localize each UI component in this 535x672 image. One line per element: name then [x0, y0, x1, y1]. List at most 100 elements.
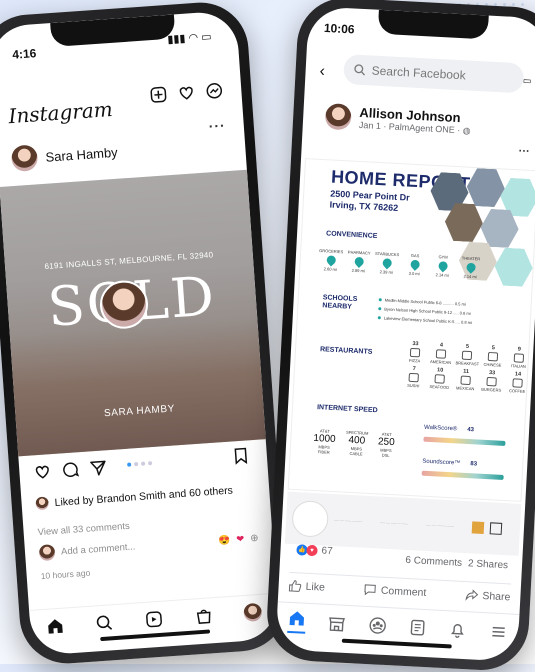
schools-title: SCHOOLS NEARBY: [322, 294, 358, 311]
phone-notch: [377, 9, 489, 40]
post-image[interactable]: 6191 INGALLS ST, MELBOURNE, FL 32940 SOL…: [0, 169, 266, 457]
convenience-item: THEATER 2.14 mi: [461, 255, 481, 280]
love-reaction-icon: ♥: [306, 544, 318, 557]
comment-button[interactable]: Comment: [364, 583, 427, 599]
restaurant-count: 10 SEAFOOD: [429, 367, 450, 390]
restaurant-count: 14 COFFEE: [508, 371, 526, 394]
reels-icon[interactable]: [144, 610, 163, 629]
restaurant-count: 9 ITALIAN: [510, 346, 526, 369]
share-arrow-icon: [465, 589, 479, 601]
agent-photo-placeholder: [291, 499, 330, 538]
shop-icon[interactable]: [194, 606, 213, 625]
comment-icon[interactable]: [61, 460, 80, 479]
plus-square-icon[interactable]: [149, 85, 168, 104]
walkscore-label: WalkScore®: [423, 424, 458, 433]
engagement-counts: 6 Comments 2 Shares: [405, 555, 508, 571]
internet-providers: AT&T 1000 MBPS FIBER SPECTRUM 400 MBPS CABLE A…: [313, 428, 396, 458]
schools-list: Medlin Middle School Public 6-8 ........…: [378, 295, 474, 327]
reaction-count: 67: [321, 545, 333, 558]
news-icon[interactable]: [408, 618, 427, 637]
search-icon[interactable]: [95, 613, 114, 632]
liker-avatar: [35, 496, 50, 511]
convenience-item: PHARMACY 2.89 mi: [347, 249, 371, 274]
liked-by-text[interactable]: Liked by Brandon Smith and 60 others: [54, 484, 233, 508]
instagram-screen: 4:16 ▮▮▮ ◠ ▭ Instagram Sara Hamby ··· 61…: [0, 10, 280, 656]
profile-icon[interactable]: [243, 602, 263, 622]
thumbs-up-icon: [288, 580, 302, 592]
instagram-bottom-nav: [29, 592, 279, 637]
user-avatar: [38, 544, 56, 562]
broker-text: ····· ···· ······ ··· ·······: [425, 522, 455, 529]
post-header: Sara Hamby: [10, 139, 119, 173]
heart-icon[interactable]: [177, 83, 196, 102]
avatar[interactable]: [324, 103, 352, 131]
phone-notch: [50, 14, 176, 48]
search-field[interactable]: Search Facebook: [342, 54, 525, 94]
provider: AT&T 250 MBPS DSL: [377, 431, 395, 458]
broker-logo: [471, 521, 485, 534]
reactions-summary[interactable]: 👍 ♥ 67: [296, 544, 333, 557]
instagram-logo: Instagram: [7, 96, 114, 129]
avatar[interactable]: [10, 144, 39, 173]
status-time: 10:06: [323, 20, 355, 37]
carousel-indicator: [127, 461, 153, 467]
add-emoji-icon[interactable]: ⊕: [250, 532, 259, 544]
agent-contact-text: ····· ···· ······ ··· ·······: [334, 518, 363, 524]
home-icon[interactable]: [45, 617, 64, 636]
bookmark-icon[interactable]: [232, 446, 249, 465]
provider: SPECTRUM 400 MBPS CABLE: [345, 429, 369, 457]
soundscore-gauge: [421, 470, 504, 480]
share-icon[interactable]: [89, 458, 108, 477]
provider: AT&T 1000 MBPS FIBER: [313, 428, 336, 455]
facebook-screen: 10:06 ▮▮ ◠ ▭ ‹ Search Facebook Allison J…: [275, 6, 535, 662]
like-button[interactable]: Like: [288, 579, 325, 594]
soundscore-value: 83: [470, 461, 478, 468]
comment-icon: [364, 584, 377, 596]
facebook-bottom-nav: [276, 601, 520, 645]
post-header: Allison Johnson Jan 1 · PalmAgent ONE · …: [324, 103, 472, 137]
marketplace-icon[interactable]: [328, 614, 347, 633]
restaurants-title: RESTAURANTS: [319, 346, 373, 356]
internet-speed-title: INTERNET SPEED: [316, 404, 378, 415]
convenience-item: GAS 3.0 mi: [408, 252, 421, 277]
home-report-image[interactable]: HOME REPORT 2500 Pear Point Dr Irving, T…: [287, 158, 535, 502]
groups-icon[interactable]: [368, 616, 387, 635]
convenience-title: CONVENIENCE: [325, 230, 378, 240]
globe-icon: ◍: [462, 125, 471, 136]
red-heart-icon[interactable]: ❤: [236, 533, 245, 545]
messenger-icon[interactable]: [205, 81, 224, 100]
more-options-icon[interactable]: ···: [208, 117, 226, 134]
house-photo-hexagons: [421, 166, 535, 302]
convenience-item: STARBUCKS 2.39 mi: [374, 250, 400, 275]
restaurant-count: 33 PIZZA: [408, 340, 421, 364]
search-placeholder: Search Facebook: [371, 63, 467, 83]
like-heart-icon[interactable]: [33, 462, 52, 481]
comments-count[interactable]: 6 Comments: [405, 555, 462, 569]
soundscore-label: Soundscore™: [422, 458, 461, 467]
facebook-phone: 10:06 ▮▮ ◠ ▭ ‹ Search Facebook Allison J…: [264, 0, 535, 672]
share-button[interactable]: Share: [465, 588, 511, 603]
convenience-item: GYM 2.14 mi: [435, 254, 449, 278]
more-options-icon[interactable]: ···: [518, 145, 530, 158]
menu-icon[interactable]: [489, 622, 508, 641]
home-icon[interactable]: [287, 608, 307, 634]
liked-by-row: Liked by Brandon Smith and 60 others: [35, 484, 233, 511]
back-arrow-icon[interactable]: ‹: [319, 63, 325, 81]
equal-housing-icon: [489, 522, 503, 535]
instagram-top-icons: [149, 81, 224, 104]
smile-emoji-icon[interactable]: 😍: [218, 534, 231, 546]
restaurant-count: 11 MEXICAN: [455, 368, 475, 392]
walkscore-gauge: [423, 436, 506, 446]
shares-count[interactable]: 2 Shares: [468, 558, 509, 571]
restaurant-count: 4 AMERICAN: [429, 342, 452, 366]
walkscore-value: 43: [467, 426, 475, 434]
view-all-comments-link[interactable]: View all 33 comments: [37, 521, 130, 538]
restaurant-count: 5 CHINESE: [483, 345, 502, 368]
add-comment-input[interactable]: Add a comment...: [61, 536, 213, 557]
restaurants-grid: 33 PIZZA 4 AMERICAN 5 BREAKFAST 5 CHINESE 9I…: [402, 341, 530, 395]
search-icon: [354, 64, 365, 76]
office-contact-text: ····· ···· ······ ··· ·······: [379, 520, 409, 527]
post-author[interactable]: Sara Hamby: [45, 144, 118, 164]
instagram-phone: 4:16 ▮▮▮ ◠ ▭ Instagram Sara Hamby ··· 61…: [0, 0, 291, 667]
bell-icon[interactable]: [449, 620, 468, 639]
